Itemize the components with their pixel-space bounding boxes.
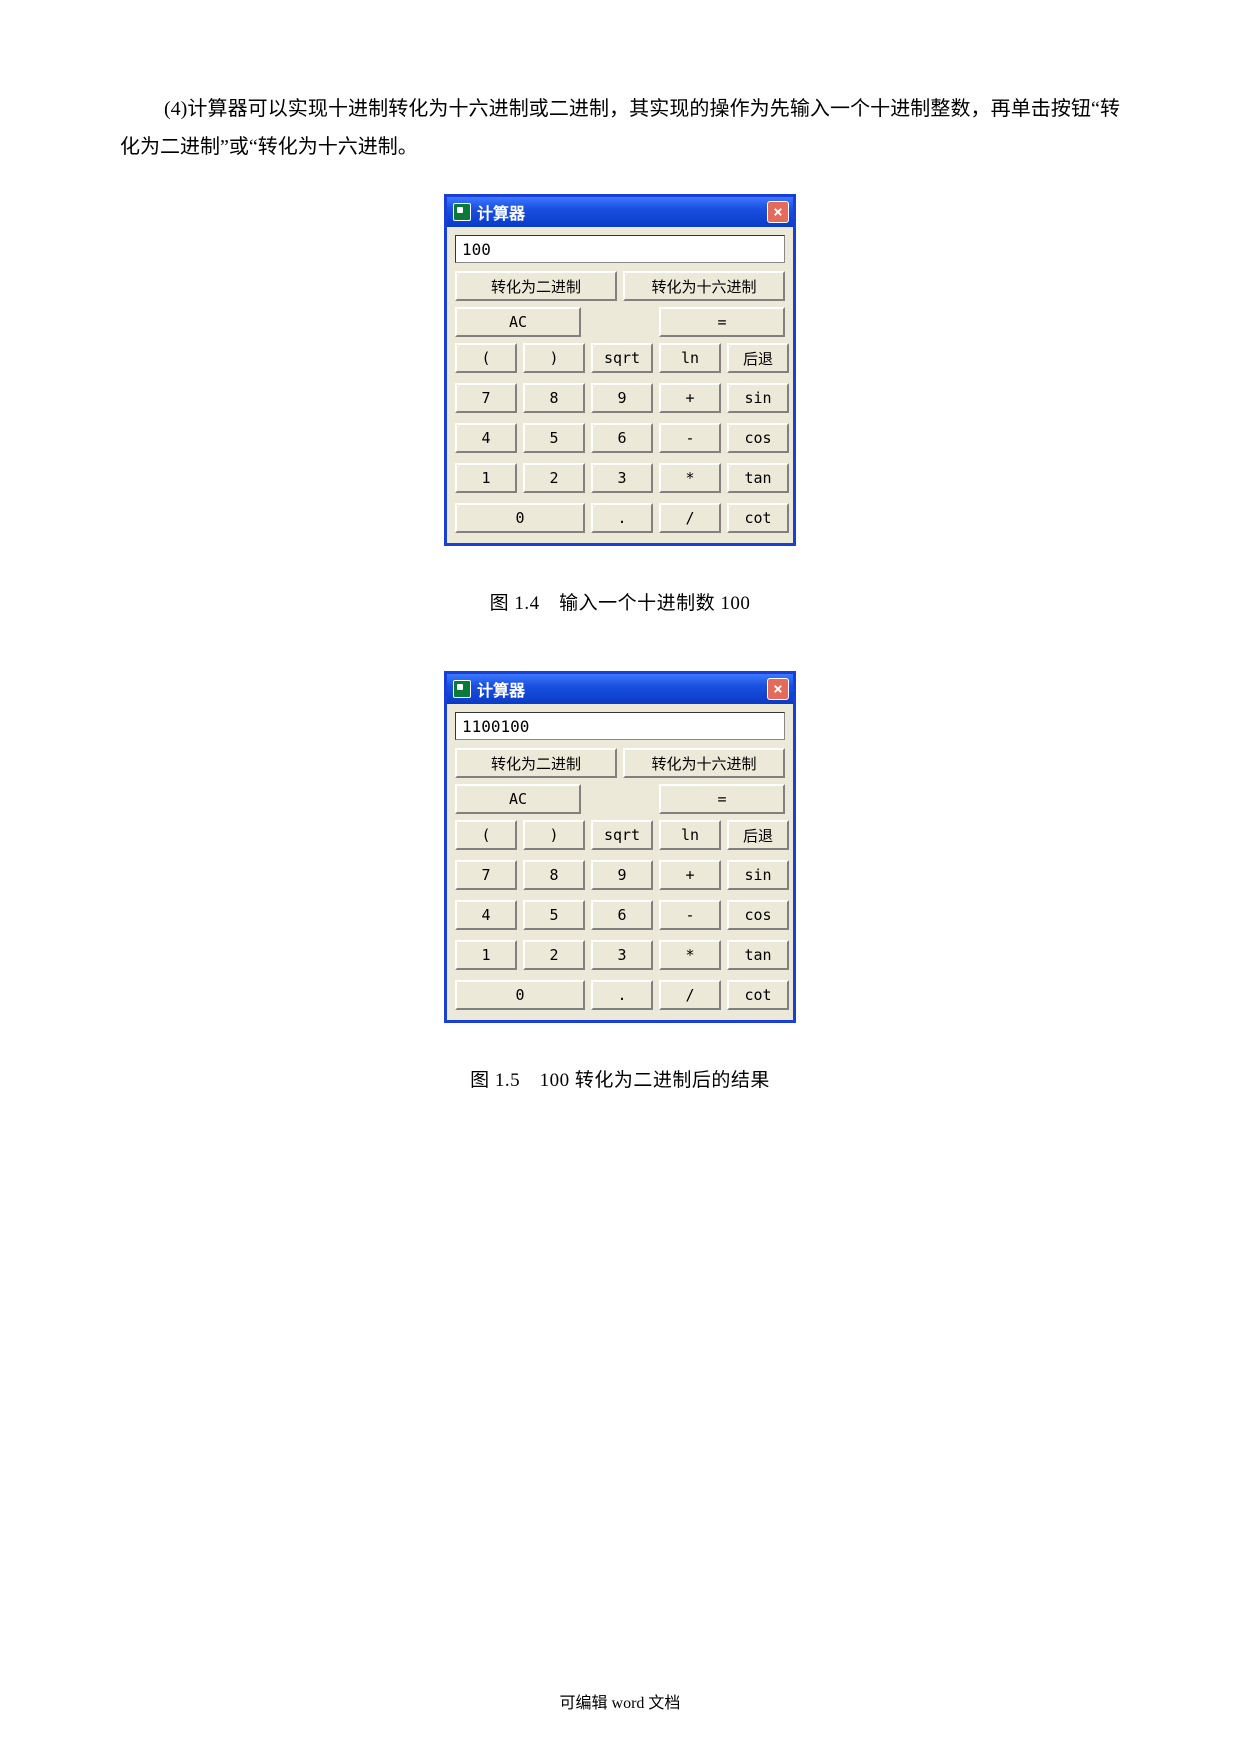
page: (4)计算器可以实现十进制转化为十六进制或二进制，其实现的操作为先输入一个十进制… [0,0,1240,1208]
digit-9-button[interactable]: 9 [591,860,653,890]
ln-button[interactable]: ln [659,820,721,850]
titlebar: 计算器 × [447,197,793,227]
lparen-button[interactable]: ( [455,343,517,373]
digit-0-button[interactable]: 0 [455,503,585,533]
equals-button[interactable]: = [659,784,785,814]
digit-5-button[interactable]: 5 [523,423,585,453]
ln-button[interactable]: ln [659,343,721,373]
plus-button[interactable]: + [659,860,721,890]
close-icon[interactable]: × [767,201,789,223]
digit-2-button[interactable]: 2 [523,940,585,970]
paragraph-text: (4)计算器可以实现十进制转化为十六进制或二进制，其实现的操作为先输入一个十进制… [120,98,1120,158]
display-input[interactable] [455,235,785,263]
rparen-button[interactable]: ) [523,343,585,373]
equals-button[interactable]: = [659,307,785,337]
backspace-button[interactable]: 后退 [727,343,789,373]
digit-5-button[interactable]: 5 [523,900,585,930]
client-area: 转化为二进制 转化为十六进制 AC = ( ) sqrt ln 后退 7 8 [447,704,793,1020]
cot-button[interactable]: cot [727,980,789,1010]
multiply-button[interactable]: * [659,940,721,970]
digit-1-button[interactable]: 1 [455,463,517,493]
digit-4-button[interactable]: 4 [455,423,517,453]
sin-button[interactable]: sin [727,860,789,890]
titlebar: 计算器 × [447,674,793,704]
footer: 可编辑 word 文档 [0,1689,1240,1713]
to-hex-button[interactable]: 转化为十六进制 [623,748,785,778]
digit-8-button[interactable]: 8 [523,383,585,413]
client-area: 转化为二进制 转化为十六进制 AC = ( ) sqrt ln 后退 7 8 [447,227,793,543]
app-icon [453,203,471,221]
cos-button[interactable]: cos [727,423,789,453]
figure-1: 计算器 × 转化为二进制 转化为十六进制 AC = ( ) sq [120,194,1120,546]
digit-9-button[interactable]: 9 [591,383,653,413]
window-title: 计算器 [477,677,767,701]
ac-button[interactable]: AC [455,307,581,337]
sqrt-button[interactable]: sqrt [591,820,653,850]
to-binary-button[interactable]: 转化为二进制 [455,748,617,778]
to-hex-button[interactable]: 转化为十六进制 [623,271,785,301]
window-title: 计算器 [477,200,767,224]
plus-button[interactable]: + [659,383,721,413]
to-binary-button[interactable]: 转化为二进制 [455,271,617,301]
digit-6-button[interactable]: 6 [591,423,653,453]
tan-button[interactable]: tan [727,940,789,970]
sin-button[interactable]: sin [727,383,789,413]
keypad: ( ) sqrt ln 后退 7 8 9 + sin 4 5 6 - cos 1 [455,820,785,1010]
tan-button[interactable]: tan [727,463,789,493]
digit-3-button[interactable]: 3 [591,940,653,970]
digit-7-button[interactable]: 7 [455,383,517,413]
multiply-button[interactable]: * [659,463,721,493]
ac-button[interactable]: AC [455,784,581,814]
backspace-button[interactable]: 后退 [727,820,789,850]
paragraph: (4)计算器可以实现十进制转化为十六进制或二进制，其实现的操作为先输入一个十进制… [120,90,1120,166]
figure-2: 计算器 × 转化为二进制 转化为十六进制 AC = ( ) sq [120,671,1120,1023]
sqrt-button[interactable]: sqrt [591,343,653,373]
digit-6-button[interactable]: 6 [591,900,653,930]
lparen-button[interactable]: ( [455,820,517,850]
minus-button[interactable]: - [659,900,721,930]
figure-2-caption: 图 1.5 100 转化为二进制后的结果 [120,1065,1120,1092]
rparen-button[interactable]: ) [523,820,585,850]
divide-button[interactable]: / [659,503,721,533]
digit-8-button[interactable]: 8 [523,860,585,890]
digit-7-button[interactable]: 7 [455,860,517,890]
digit-3-button[interactable]: 3 [591,463,653,493]
divide-button[interactable]: / [659,980,721,1010]
calculator-window: 计算器 × 转化为二进制 转化为十六进制 AC = ( ) sq [444,194,796,546]
figure-1-caption: 图 1.4 输入一个十进制数 100 [120,588,1120,615]
close-icon[interactable]: × [767,678,789,700]
digit-1-button[interactable]: 1 [455,940,517,970]
keypad: ( ) sqrt ln 后退 7 8 9 + sin 4 5 6 - cos 1 [455,343,785,533]
dot-button[interactable]: . [591,503,653,533]
minus-button[interactable]: - [659,423,721,453]
digit-4-button[interactable]: 4 [455,900,517,930]
dot-button[interactable]: . [591,980,653,1010]
cot-button[interactable]: cot [727,503,789,533]
cos-button[interactable]: cos [727,900,789,930]
display-input[interactable] [455,712,785,740]
app-icon [453,680,471,698]
calculator-window: 计算器 × 转化为二进制 转化为十六进制 AC = ( ) sq [444,671,796,1023]
digit-2-button[interactable]: 2 [523,463,585,493]
digit-0-button[interactable]: 0 [455,980,585,1010]
